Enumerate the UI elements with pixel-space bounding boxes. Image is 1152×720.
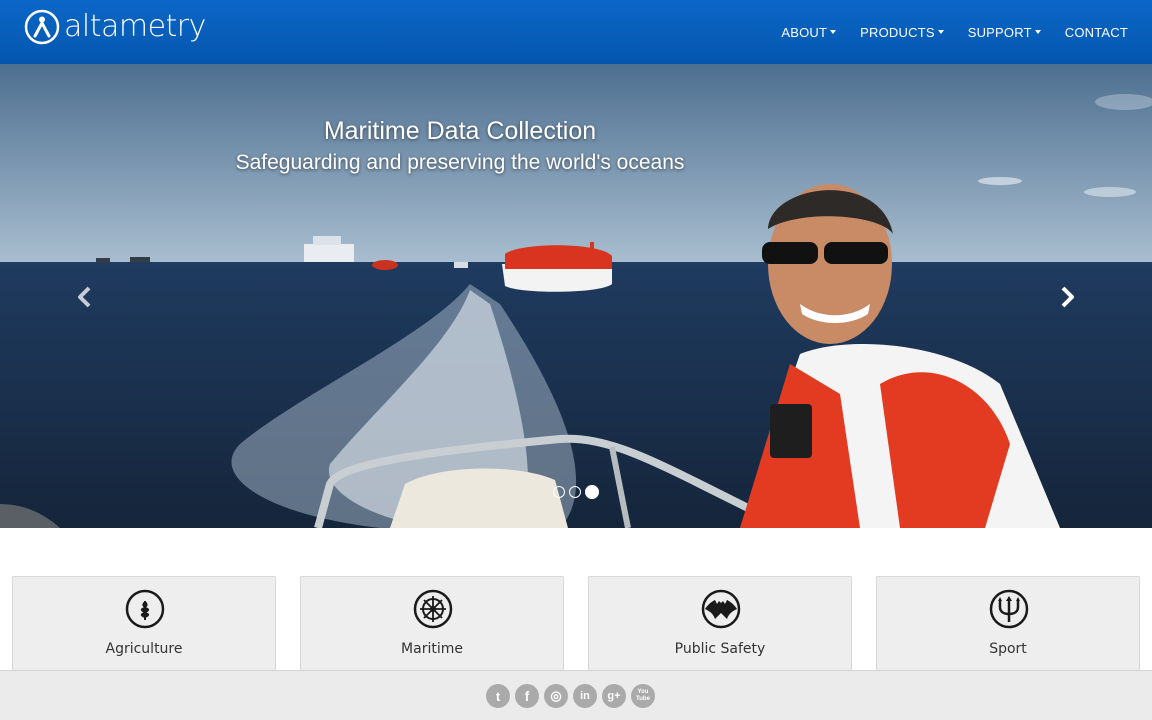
footer-bar: t f ◎ in g+ You Tube xyxy=(0,670,1152,720)
carousel-indicator-active[interactable] xyxy=(585,485,599,499)
twitter-icon[interactable]: t xyxy=(486,684,510,708)
nav-item-products[interactable]: PRODUCTS xyxy=(848,0,956,64)
social-links: t f ◎ in g+ You Tube xyxy=(486,684,655,708)
card-title: Agriculture xyxy=(105,641,183,657)
nav-item-label: SUPPORT xyxy=(967,24,1032,40)
chevron-left-icon[interactable] xyxy=(70,282,100,312)
card-title: Public Safety xyxy=(674,641,766,657)
person-circle-logo-icon xyxy=(24,9,60,45)
instagram-icon[interactable]: ◎ xyxy=(544,684,568,708)
card-title: Sport xyxy=(989,641,1027,657)
wheat-icon xyxy=(125,589,165,629)
caret-down-icon xyxy=(937,30,944,34)
linkedin-icon[interactable]: in xyxy=(573,684,597,708)
youtube-icon[interactable]: You Tube xyxy=(631,684,655,708)
google-plus-icon[interactable]: g+ xyxy=(602,684,626,708)
nav-item-about[interactable]: ABOUT xyxy=(769,0,848,64)
bat-emblem-icon xyxy=(701,589,741,629)
ship-wheel-icon xyxy=(413,589,453,629)
nav-item-contact[interactable]: CONTACT xyxy=(1053,0,1152,64)
carousel-indicators xyxy=(553,485,599,499)
chevron-right-icon[interactable] xyxy=(1052,282,1082,312)
trident-icon xyxy=(989,589,1029,629)
brand-logo-link[interactable]: altametry xyxy=(24,7,206,47)
facebook-icon[interactable]: f xyxy=(515,684,539,708)
main-nav: ABOUT PRODUCTS SUPPORT CONTACT xyxy=(769,0,1152,64)
caret-down-icon xyxy=(1034,30,1041,34)
brand-name: altametry xyxy=(64,9,206,44)
hero-title: Maritime Data Collection xyxy=(323,117,597,145)
hero-subtitle: Safeguarding and preserving the world's … xyxy=(235,151,685,174)
nav-item-support[interactable]: SUPPORT xyxy=(956,0,1053,64)
nav-item-label: PRODUCTS xyxy=(860,24,935,40)
caret-down-icon xyxy=(830,30,837,34)
card-title: Maritime xyxy=(401,641,463,657)
hero-caption: Maritime Data Collection Safeguarding an… xyxy=(160,114,760,178)
carousel-indicator[interactable] xyxy=(569,486,581,498)
top-navbar: altametry ABOUT PRODUCTS SUPPORT CONTACT xyxy=(0,0,1152,64)
page: altametry ABOUT PRODUCTS SUPPORT CONTACT xyxy=(0,0,1152,720)
carousel-indicator[interactable] xyxy=(553,486,565,498)
nav-item-label: ABOUT xyxy=(781,24,828,40)
hero-carousel: Maritime Data Collection Safeguarding an… xyxy=(0,64,1152,528)
nav-item-label: CONTACT xyxy=(1064,24,1128,40)
